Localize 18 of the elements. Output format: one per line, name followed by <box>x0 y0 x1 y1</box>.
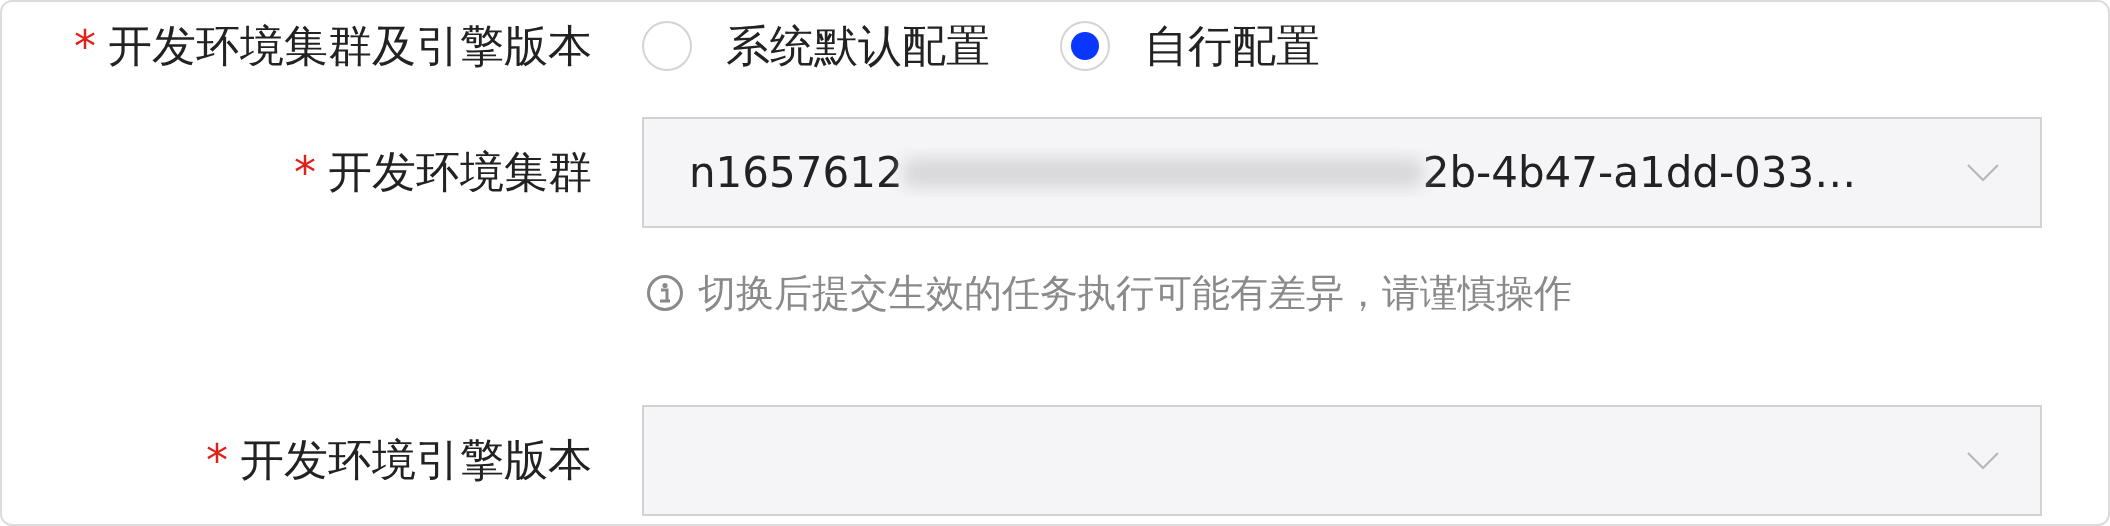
field-label: 开发环境集群及引擎版本 <box>108 18 592 73</box>
hint-text: 切换后提交生效的任务执行可能有差异，请谨慎操作 <box>698 269 1572 317</box>
radio-label[interactable]: 系统默认配置 <box>726 16 990 76</box>
required-mark: * <box>74 20 96 72</box>
required-mark: * <box>294 147 316 198</box>
select-value: 2b-4b47-a1dd-033… <box>1422 148 1857 197</box>
select-value: n1657612 <box>689 148 903 197</box>
chevron-down-icon <box>1966 450 2000 471</box>
chevron-down-icon <box>1966 162 2000 183</box>
info-icon <box>646 274 684 312</box>
radio-button[interactable] <box>1060 21 1110 71</box>
radio-button[interactable] <box>642 21 692 71</box>
field-label: 开发环境集群 <box>328 145 592 199</box>
field-label: 开发环境引擎版本 <box>240 433 592 487</box>
radio-label[interactable]: 自行配置 <box>1144 16 1320 76</box>
select-field[interactable]: n1657612 2b-4b47-a1dd-033… <box>642 117 2042 228</box>
select-field[interactable] <box>642 405 2042 516</box>
required-mark: * <box>206 435 228 486</box>
